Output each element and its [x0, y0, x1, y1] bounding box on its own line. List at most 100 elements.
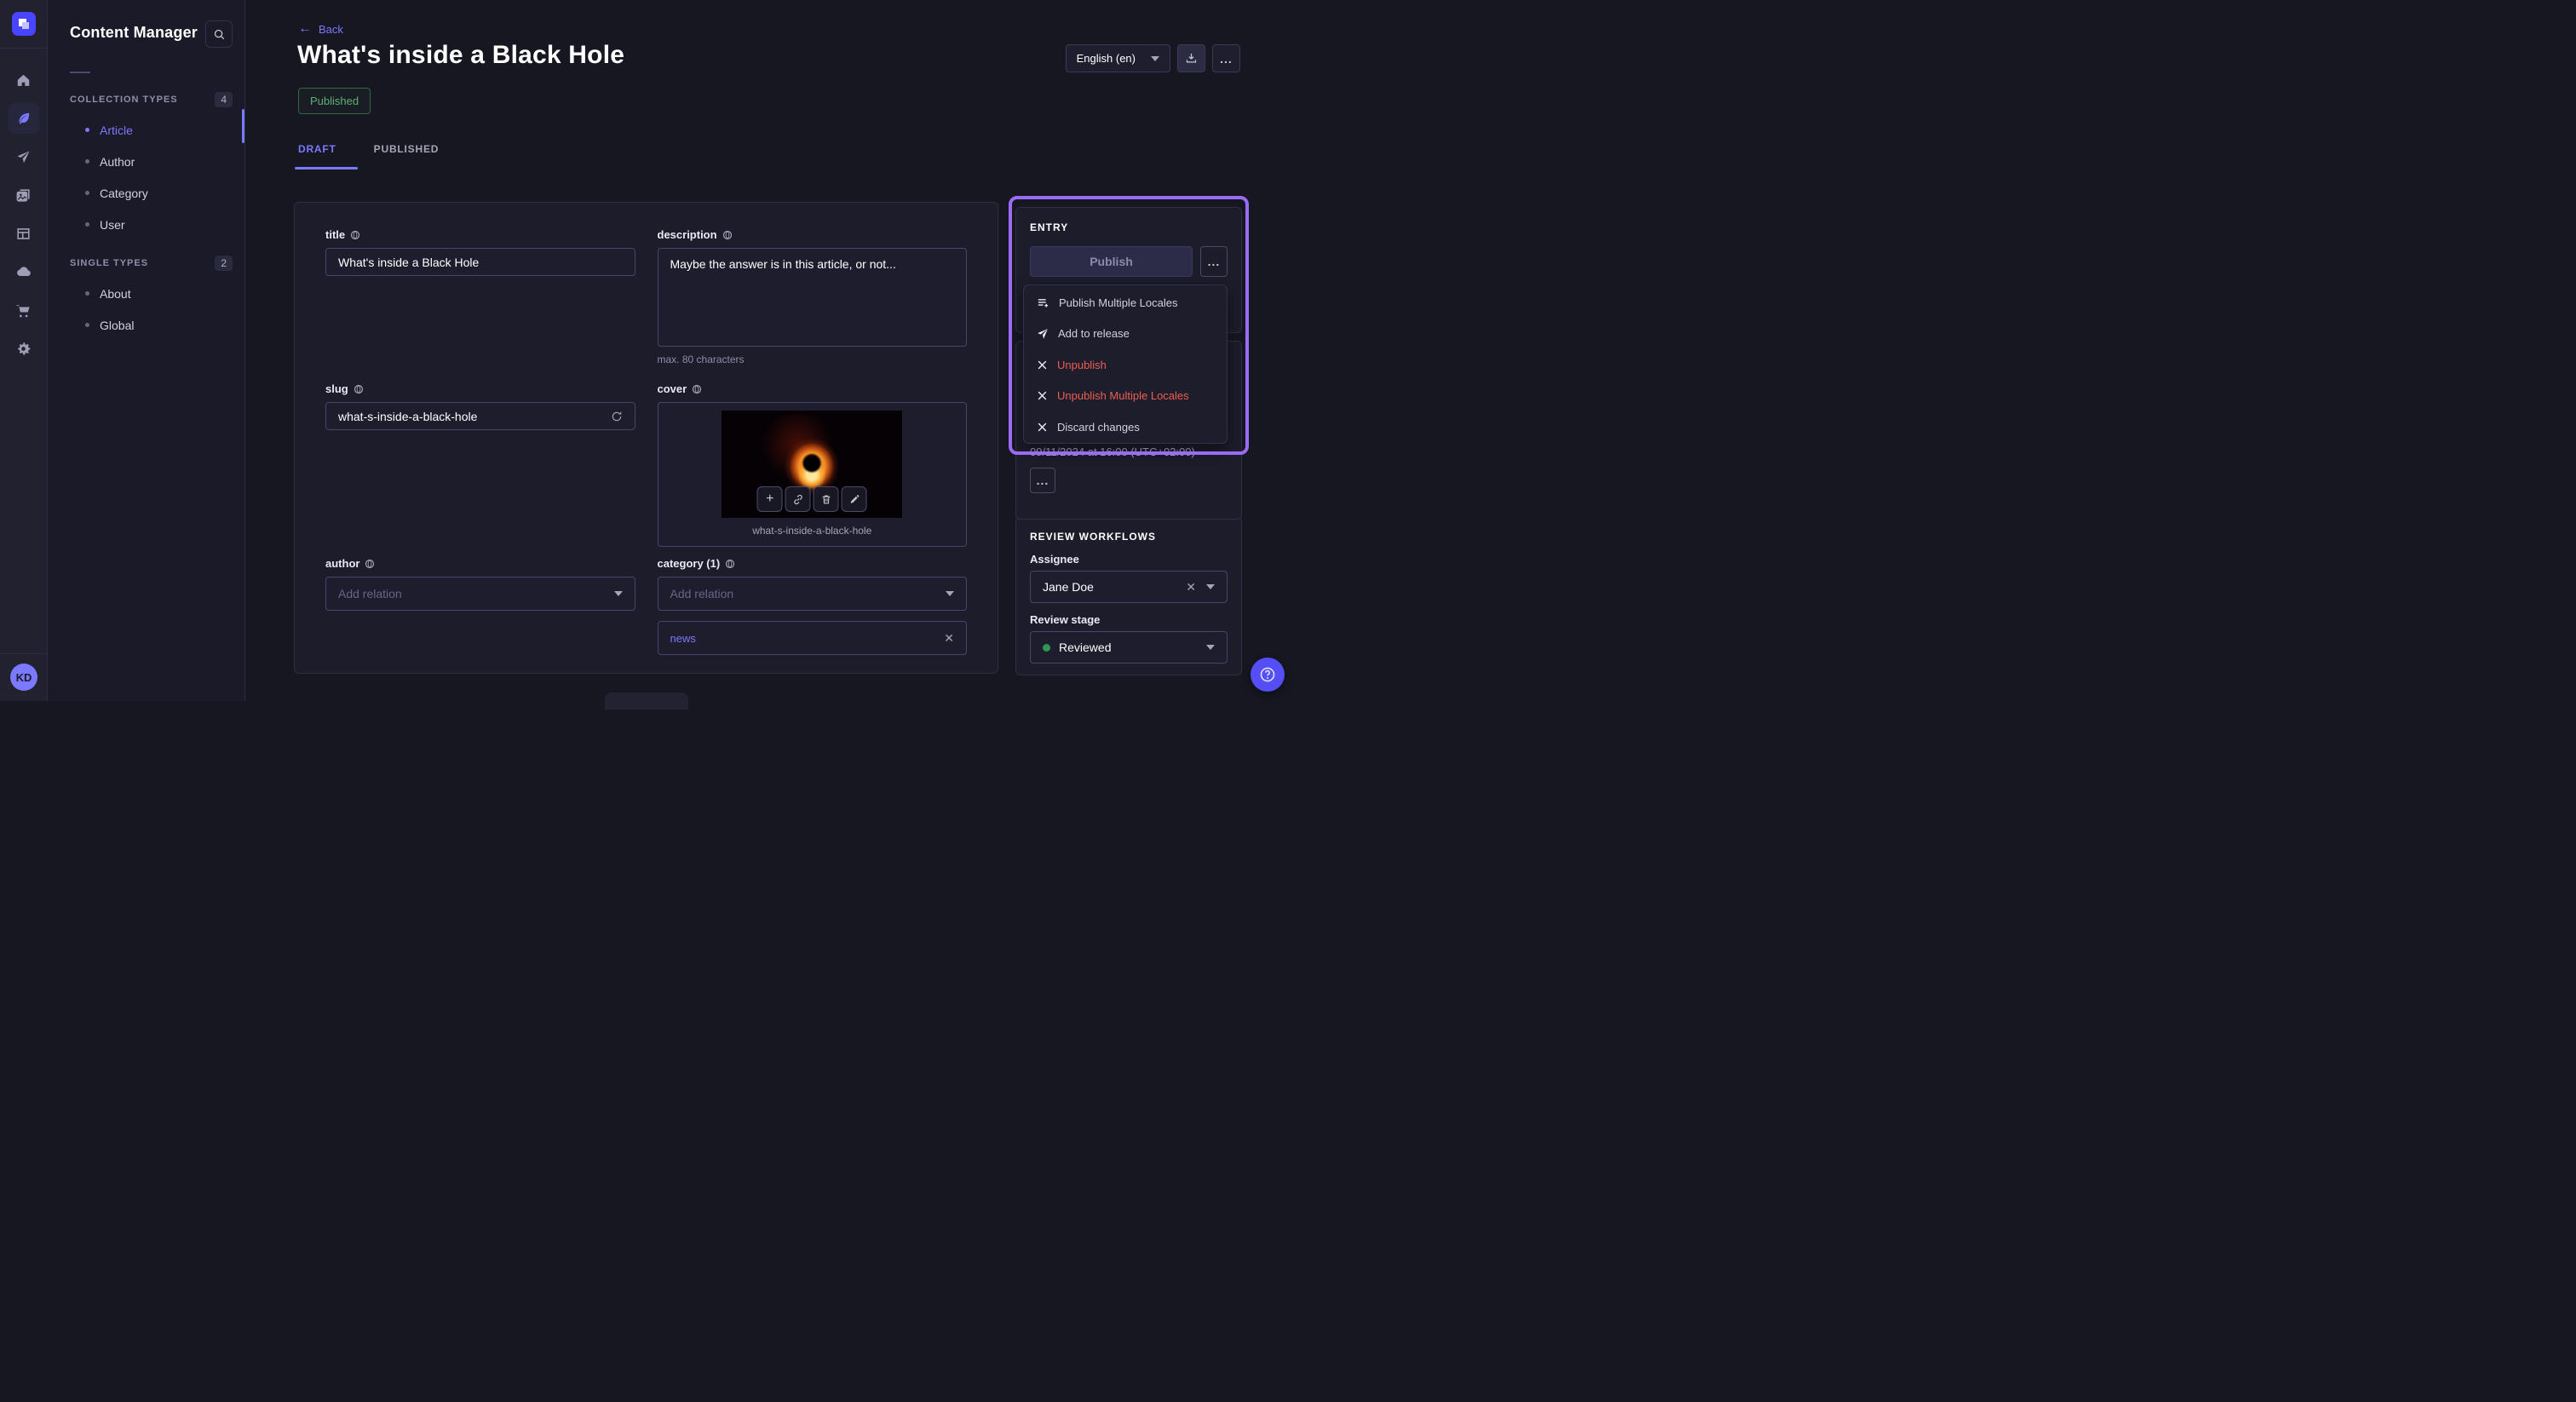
relation-link-news[interactable]: news [670, 632, 696, 645]
assignee-value: Jane Doe [1043, 580, 1094, 594]
scheduled-more-button[interactable]: ... [1030, 468, 1055, 493]
search-button[interactable] [205, 20, 233, 48]
sidebar-item-user[interactable]: User [48, 209, 244, 240]
user-avatar[interactable]: KD [10, 664, 37, 691]
locale-select[interactable]: English (en) [1066, 44, 1170, 72]
menu-item-label: Unpublish Multiple Locales [1057, 389, 1189, 402]
edit-asset-button[interactable] [842, 486, 867, 512]
list-plus-icon [1037, 296, 1049, 309]
add-asset-button[interactable]: + [757, 486, 783, 512]
collection-types-count-badge: 4 [215, 92, 233, 107]
bullet-icon [85, 323, 89, 327]
content-manager-icon[interactable] [9, 103, 39, 134]
author-field-label: author [325, 557, 359, 570]
strapi-logo[interactable] [12, 12, 36, 36]
slug-field-label: slug [325, 382, 348, 395]
back-arrow-icon: ← [298, 22, 312, 36]
description-hint: max. 80 characters [658, 353, 968, 365]
sidebar-item-label: Article [100, 124, 133, 137]
description-textarea[interactable]: Maybe the answer is in this article, or … [658, 248, 968, 347]
regenerate-slug-icon[interactable] [611, 411, 623, 422]
header-actions: English (en) ... [1066, 44, 1240, 72]
bullet-icon [85, 191, 89, 195]
published-status-badge: Published [298, 88, 371, 114]
marketplace-cart-icon[interactable] [9, 295, 39, 325]
cover-toolbar: + [757, 486, 867, 512]
category-placeholder: Add relation [670, 587, 734, 600]
i18n-globe-icon [365, 559, 375, 569]
ellipsis-icon: ... [1037, 474, 1049, 487]
sidebar-item-author[interactable]: Author [48, 146, 244, 177]
sidebar-item-global[interactable]: Global [48, 309, 244, 341]
sidebar-item-article[interactable]: Article [48, 114, 244, 146]
review-workflows-panel: REVIEW WORKFLOWS Assignee Jane Doe ✕ Rev… [1015, 516, 1242, 675]
chevron-down-icon [1206, 645, 1215, 650]
rail-bottom-divider [0, 653, 47, 654]
description-field-label: description [658, 228, 717, 241]
rail-divider [0, 48, 47, 49]
menu-item-publish-multiple-locales[interactable]: Publish Multiple Locales [1024, 287, 1227, 319]
bullet-icon [85, 291, 89, 296]
paper-plane-icon [1037, 328, 1049, 340]
add-component-button-partial[interactable] [605, 692, 688, 710]
version-tabs: DRAFT PUBLISHED [298, 143, 439, 155]
copy-link-button[interactable] [785, 486, 811, 512]
cover-filename: what-s-inside-a-black-hole [658, 525, 967, 537]
review-stage-select[interactable]: Reviewed [1030, 631, 1228, 664]
main-nav-rail: KD [0, 0, 48, 701]
help-button[interactable] [1251, 658, 1285, 692]
releases-icon[interactable] [9, 141, 39, 172]
media-library-icon[interactable] [9, 180, 39, 210]
collection-types-list: Article Author Category User [48, 114, 244, 240]
sidebar-item-label: User [100, 218, 125, 232]
locale-select-value: English (en) [1077, 52, 1136, 65]
menu-item-add-to-release[interactable]: Add to release [1024, 319, 1227, 350]
clear-assignee-icon[interactable]: ✕ [1186, 580, 1196, 595]
menu-item-unpublish[interactable]: Unpublish [1024, 349, 1227, 381]
tab-published[interactable]: PUBLISHED [374, 143, 440, 155]
single-types-list: About Global [48, 278, 244, 341]
ellipsis-icon: ... [1220, 52, 1233, 66]
menu-item-discard-changes[interactable]: Discard changes [1024, 411, 1227, 443]
i18n-globe-icon [725, 559, 735, 569]
author-relation-select[interactable]: Add relation [325, 577, 635, 611]
delete-asset-button[interactable] [814, 486, 839, 512]
i18n-globe-icon [722, 230, 733, 240]
bullet-icon [85, 128, 89, 132]
content-type-builder-icon[interactable] [9, 218, 39, 249]
category-field-label: category (1) [658, 557, 721, 570]
publish-button[interactable]: Publish [1030, 246, 1193, 277]
settings-gear-icon[interactable] [9, 333, 39, 364]
author-placeholder: Add relation [338, 587, 402, 600]
menu-item-label: Discard changes [1057, 421, 1140, 434]
entry-actions-menu: Publish Multiple Locales Add to release … [1023, 284, 1228, 444]
back-link[interactable]: ← Back [298, 22, 343, 36]
i18n-globe-icon [692, 384, 702, 394]
bullet-icon [85, 222, 89, 227]
export-download-button[interactable] [1177, 44, 1205, 72]
entry-form-card: title What's inside a Black Hole descrip… [294, 202, 998, 674]
entry-panel-title: ENTRY [1030, 221, 1228, 233]
title-input[interactable]: What's inside a Black Hole [325, 248, 635, 276]
assignee-select[interactable]: Jane Doe ✕ [1030, 571, 1228, 603]
sidebar-item-category[interactable]: Category [48, 177, 244, 209]
cross-icon [1037, 390, 1048, 401]
bullet-icon [85, 159, 89, 164]
chevron-down-icon [946, 591, 954, 596]
header-more-button[interactable]: ... [1212, 44, 1240, 72]
menu-item-unpublish-multiple-locales[interactable]: Unpublish Multiple Locales [1024, 381, 1227, 412]
home-icon[interactable] [9, 65, 39, 95]
sidebar-scrollbar[interactable] [242, 109, 244, 143]
menu-item-label: Publish Multiple Locales [1059, 296, 1177, 309]
entry-more-button[interactable]: ... [1200, 246, 1228, 277]
category-relation-select[interactable]: Add relation [658, 577, 968, 611]
active-tab-indicator [295, 167, 358, 170]
review-workflows-title: REVIEW WORKFLOWS [1030, 531, 1228, 543]
cloud-icon[interactable] [9, 256, 39, 287]
remove-relation-icon[interactable]: ✕ [944, 631, 954, 646]
sidebar-item-about[interactable]: About [48, 278, 244, 309]
tab-draft[interactable]: DRAFT [298, 143, 336, 155]
review-stage-label: Review stage [1030, 613, 1228, 626]
slug-input[interactable]: what-s-inside-a-black-hole [325, 402, 635, 430]
chevron-down-icon [1206, 584, 1215, 589]
